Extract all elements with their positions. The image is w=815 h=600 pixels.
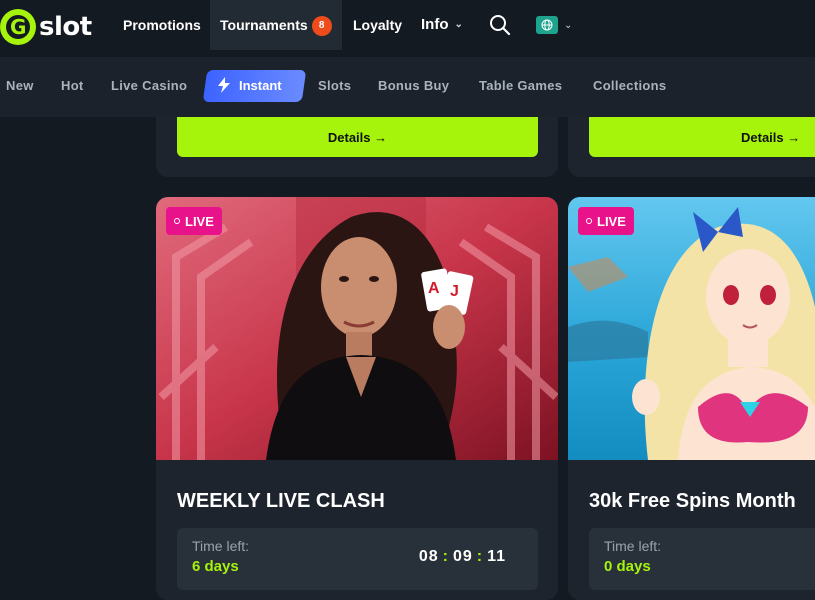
live-dot-icon [174, 218, 180, 224]
category-table-games[interactable]: Table Games [479, 78, 562, 93]
nav-tournaments[interactable]: Tournaments 8 [210, 0, 342, 50]
promo-card-weekly-live-clash[interactable]: A J LIVE WEEKLY LIVE CLASH Time left: 6 … [156, 197, 558, 600]
globe-icon [536, 16, 558, 34]
time-left-value: 6 days [192, 558, 239, 575]
category-live-casino[interactable]: Live Casino [111, 78, 187, 93]
site-logo[interactable]: G slot [0, 9, 92, 45]
nav-loyalty[interactable]: Loyalty [353, 0, 402, 50]
time-left-value: 0 days [604, 558, 651, 575]
promo-card-free-spins[interactable]: LIVE 30k Free Spins Month Time left: 0 d… [568, 197, 815, 600]
live-badge: LIVE [578, 207, 634, 235]
live-badge: LIVE [166, 207, 222, 235]
chevron-down-icon: ⌄ [564, 19, 573, 31]
live-dot-icon [586, 218, 592, 224]
category-bonus-buy[interactable]: Bonus Buy [378, 78, 449, 93]
timer-seconds: 11 [487, 548, 506, 565]
logo-mark: G [0, 9, 36, 45]
promo-title: 30k Free Spins Month [589, 490, 796, 512]
time-left-label: Time left: [192, 538, 250, 554]
timer-hours: 08 [418, 548, 439, 565]
category-collections[interactable]: Collections [593, 78, 666, 93]
nav-info[interactable]: Info ⌄ [421, 0, 463, 50]
promo-image-dealer: A J [156, 197, 558, 460]
countdown-timer: 08:09:11 [418, 548, 506, 565]
category-instant[interactable]: Instant [217, 77, 282, 93]
time-left-box: Time left: 6 days 08:09:11 [177, 528, 538, 590]
timer-minutes: 09 [452, 548, 473, 565]
time-left-label: Time left: [604, 538, 662, 554]
chevron-down-icon: ⌄ [454, 19, 463, 30]
promo-image-anime-girl [568, 197, 815, 460]
language-selector[interactable]: ⌄ [536, 16, 572, 34]
top-header: G slot Promotions Tournaments 8 Loyalty I… [0, 0, 815, 57]
nav-label: Promotions [123, 17, 201, 33]
promo-title: WEEKLY LIVE CLASH [177, 490, 385, 512]
details-button[interactable]: Details → [177, 117, 538, 157]
category-new[interactable]: New [6, 78, 34, 93]
nav-label: Tournaments [220, 17, 308, 33]
search-icon[interactable] [489, 14, 511, 36]
category-slots[interactable]: Slots [318, 78, 351, 93]
nav-promotions[interactable]: Promotions [123, 0, 201, 50]
time-left-box: Time left: 0 days [589, 528, 815, 590]
nav-label: Loyalty [353, 17, 403, 33]
card-j-glyph: J [450, 283, 459, 300]
category-label: Instant [239, 77, 282, 93]
logo-text: slot [39, 12, 92, 42]
card-a-glyph: A [428, 280, 440, 297]
lightning-icon [218, 77, 230, 93]
category-hot[interactable]: Hot [61, 78, 84, 93]
tournaments-count-badge: 8 [311, 16, 332, 36]
details-button[interactable]: Details → [589, 117, 815, 157]
nav-label: Info [421, 16, 449, 33]
